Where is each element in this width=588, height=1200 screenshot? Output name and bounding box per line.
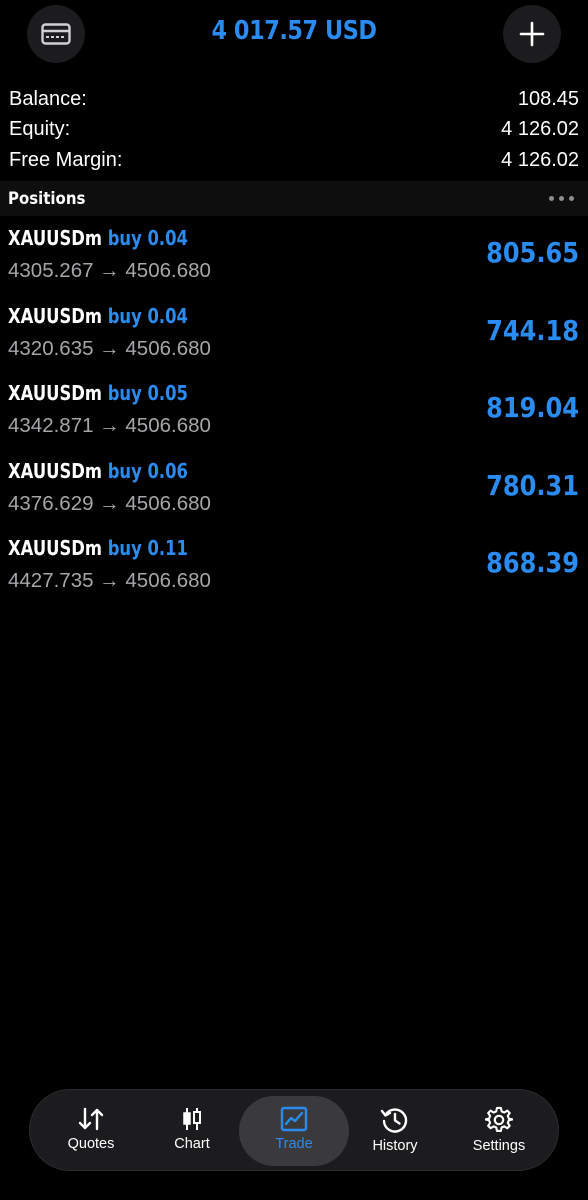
position-row[interactable]: XAUUSDm buy 0.04 4320.635 → 4506.680 744… — [0, 302, 588, 380]
more-options-icon[interactable] — [549, 196, 574, 201]
position-side-volume: buy 0.06 — [107, 458, 188, 483]
candlestick-icon — [183, 1108, 201, 1130]
positions-section-header: Positions — [0, 181, 588, 216]
sort-arrows-icon — [78, 1107, 104, 1131]
tab-trade-label: Trade — [275, 1136, 313, 1152]
position-symbol-line: XAUUSDm buy 0.06 — [8, 459, 188, 483]
gear-icon — [485, 1106, 513, 1133]
balance-value: 108.45 — [517, 87, 579, 110]
position-symbol: XAUUSDm — [8, 303, 102, 328]
position-symbol-line: XAUUSDm buy 0.11 — [8, 536, 188, 560]
position-prices: 4305.267 → 4506.680 — [8, 259, 211, 282]
position-row[interactable]: XAUUSDm buy 0.05 4342.871 → 4506.680 819… — [0, 379, 588, 457]
position-profit: 819.04 — [486, 391, 579, 424]
tab-history[interactable]: History — [340, 1096, 450, 1166]
position-row[interactable]: XAUUSDm buy 0.06 4376.629 → 4506.680 780… — [0, 457, 588, 535]
position-symbol: XAUUSDm — [8, 536, 102, 560]
tab-history-label: History — [372, 1138, 418, 1154]
position-profit: 868.39 — [486, 546, 579, 579]
positions-title: Positions — [8, 188, 86, 209]
position-row[interactable]: XAUUSDm buy 0.11 4427.735 → 4506.680 868… — [0, 534, 588, 612]
positions-list: XAUUSDm buy 0.04 4305.267 → 4506.680 805… — [0, 224, 588, 612]
position-symbol-line: XAUUSDm buy 0.04 — [8, 304, 188, 328]
position-symbol-line: XAUUSDm buy 0.05 — [8, 381, 188, 405]
tab-chart[interactable]: Chart — [137, 1096, 247, 1166]
tab-quotes[interactable]: Quotes — [36, 1096, 146, 1166]
position-side-volume: buy 0.04 — [107, 303, 188, 328]
tab-trade[interactable]: Trade — [239, 1096, 349, 1166]
position-side-volume: buy 0.05 — [107, 381, 188, 405]
tab-quotes-label: Quotes — [67, 1136, 115, 1152]
tab-settings[interactable]: Settings — [444, 1096, 554, 1166]
position-side-volume: buy 0.11 — [107, 536, 188, 560]
free-margin-row: Free Margin: 4 126.02 — [0, 145, 588, 176]
position-symbol: XAUUSDm — [8, 381, 102, 405]
free-margin-label: Free Margin: — [9, 148, 123, 171]
top-bar: 4 017.57 USD — [0, 0, 588, 72]
position-symbol: XAUUSDm — [8, 458, 102, 483]
position-row[interactable]: XAUUSDm buy 0.04 4305.267 → 4506.680 805… — [0, 224, 588, 302]
position-prices: 4342.871 → 4506.680 — [8, 414, 211, 437]
position-symbol-line: XAUUSDm buy 0.04 — [8, 226, 188, 250]
position-profit: 805.65 — [486, 236, 579, 269]
position-prices: 4376.629 → 4506.680 — [8, 491, 211, 515]
trend-chart-icon — [280, 1106, 308, 1132]
balance-label: Balance: — [9, 87, 87, 110]
balance-row: Balance: 108.45 — [0, 84, 588, 115]
position-profit: 744.18 — [486, 313, 579, 347]
position-profit: 780.31 — [486, 468, 579, 502]
free-margin-value: 4 126.02 — [501, 148, 579, 171]
history-clock-icon — [380, 1108, 408, 1133]
position-prices: 4427.735 → 4506.680 — [8, 569, 211, 592]
equity-label: Equity: — [9, 118, 71, 141]
account-equity-title: 4 017.57 USD — [211, 16, 377, 46]
position-symbol: XAUUSDm — [8, 226, 102, 250]
new-order-button[interactable] — [503, 5, 561, 63]
equity-row: Equity: 4 126.02 — [0, 115, 588, 146]
position-prices: 4320.635 → 4506.680 — [8, 336, 211, 360]
account-summary: Balance: 108.45 Equity: 4 126.02 Free Ma… — [0, 84, 588, 176]
tab-settings-label: Settings — [472, 1138, 526, 1154]
position-side-volume: buy 0.04 — [107, 226, 188, 250]
equity-value: 4 126.02 — [501, 118, 579, 141]
tab-chart-label: Chart — [174, 1136, 210, 1152]
bottom-tab-bar: Quotes Chart Trade History Settings — [29, 1089, 559, 1171]
plus-icon — [519, 21, 545, 47]
